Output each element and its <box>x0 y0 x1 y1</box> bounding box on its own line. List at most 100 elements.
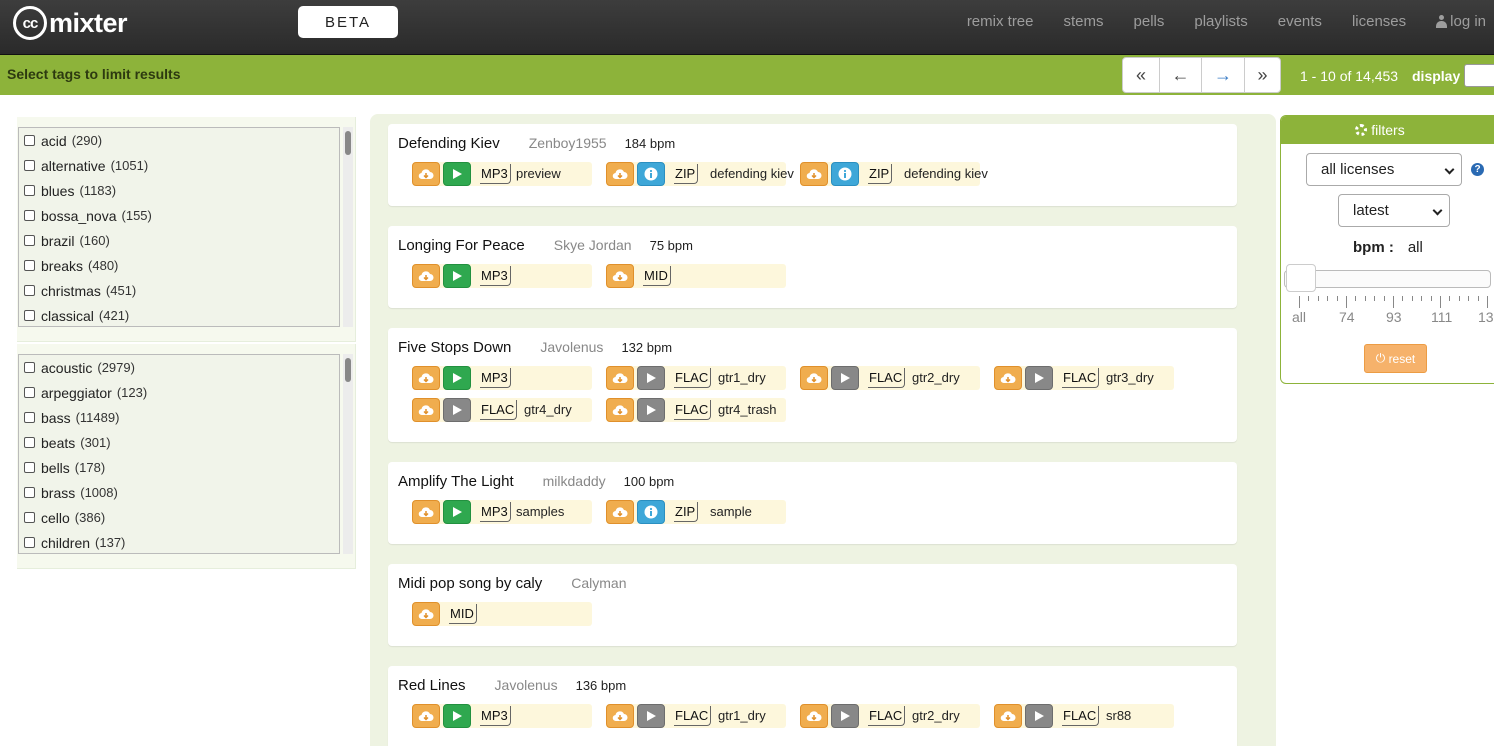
download-button[interactable] <box>606 366 634 390</box>
tag-row[interactable]: cello (386) <box>19 505 339 530</box>
tag-row[interactable]: acoustic (2979) <box>19 355 339 380</box>
track-artist[interactable]: milkdaddy <box>543 473 606 489</box>
last-page-button[interactable]: » <box>1245 58 1280 92</box>
nav-licenses[interactable]: licenses <box>1352 13 1406 30</box>
track-artist[interactable]: Calyman <box>571 575 626 591</box>
play-button[interactable] <box>443 366 471 390</box>
display-count-select[interactable] <box>1464 64 1494 87</box>
tag-checkbox[interactable] <box>24 285 35 296</box>
info-button[interactable] <box>637 500 665 524</box>
track-title[interactable]: Longing For Peace <box>398 237 525 254</box>
nav-events[interactable]: events <box>1278 13 1322 30</box>
reset-button[interactable]: ⏻ reset <box>1364 344 1427 373</box>
tag-checkbox[interactable] <box>24 135 35 146</box>
tag-checkbox[interactable] <box>24 310 35 321</box>
play-button[interactable] <box>443 162 471 186</box>
download-button[interactable] <box>412 500 440 524</box>
play-button[interactable] <box>637 704 665 728</box>
track-artist[interactable]: Javolenus <box>495 677 558 693</box>
download-button[interactable] <box>606 398 634 422</box>
track-title[interactable]: Red Lines <box>398 677 466 694</box>
tag-panel-genre-scrollbar[interactable] <box>343 127 353 327</box>
sort-select[interactable]: latest <box>1338 194 1450 227</box>
track-title[interactable]: Midi pop song by caly <box>398 575 542 592</box>
track-artist[interactable]: Javolenus <box>540 339 603 355</box>
track-title[interactable]: Defending Kiev <box>398 135 500 152</box>
tag-checkbox[interactable] <box>24 437 35 448</box>
bpm-slider-handle[interactable] <box>1286 264 1316 292</box>
tag-checkbox[interactable] <box>24 487 35 498</box>
tag-checkbox[interactable] <box>24 235 35 246</box>
play-button[interactable] <box>831 704 859 728</box>
tag-checkbox[interactable] <box>24 160 35 171</box>
play-button[interactable] <box>443 704 471 728</box>
track-artist[interactable]: Zenboy1955 <box>529 135 607 151</box>
track-artist[interactable]: Skye Jordan <box>554 237 632 253</box>
tag-row[interactable]: acid (290) <box>19 128 339 153</box>
tag-row[interactable]: brass (1008) <box>19 480 339 505</box>
play-button[interactable] <box>443 398 471 422</box>
nav-playlists[interactable]: playlists <box>1194 13 1247 30</box>
tag-row[interactable]: alternative (1051) <box>19 153 339 178</box>
tag-checkbox[interactable] <box>24 387 35 398</box>
track-title[interactable]: Amplify The Light <box>398 473 514 490</box>
download-button[interactable] <box>412 704 440 728</box>
tag-panel-instrument-scrollbar[interactable] <box>343 354 353 554</box>
tag-row[interactable]: arpeggiator (123) <box>19 380 339 405</box>
tag-checkbox[interactable] <box>24 462 35 473</box>
download-button[interactable] <box>994 366 1022 390</box>
tag-row[interactable]: blues (1183) <box>19 178 339 203</box>
help-icon[interactable]: ? <box>1471 163 1484 176</box>
play-button[interactable] <box>637 398 665 422</box>
download-button[interactable] <box>606 704 634 728</box>
download-button[interactable] <box>412 162 440 186</box>
download-button[interactable] <box>412 264 440 288</box>
login-link[interactable]: log in <box>1436 13 1486 30</box>
play-button[interactable] <box>831 366 859 390</box>
download-button[interactable] <box>800 162 828 186</box>
nav-stems[interactable]: stems <box>1064 13 1104 30</box>
tag-checkbox[interactable] <box>24 210 35 221</box>
nav-pells[interactable]: pells <box>1134 13 1165 30</box>
tag-row[interactable]: bossa_nova (155) <box>19 203 339 228</box>
tag-checkbox[interactable] <box>24 512 35 523</box>
play-button[interactable] <box>637 366 665 390</box>
tag-checkbox[interactable] <box>24 260 35 271</box>
download-button[interactable] <box>800 366 828 390</box>
tag-checkbox[interactable] <box>24 362 35 373</box>
tag-row[interactable]: bells (178) <box>19 455 339 480</box>
tag-row[interactable]: christmas (451) <box>19 278 339 303</box>
tag-checkbox[interactable] <box>24 185 35 196</box>
download-button[interactable] <box>412 398 440 422</box>
download-button[interactable] <box>412 602 440 626</box>
download-button[interactable] <box>606 500 634 524</box>
ccmixter-logo[interactable]: cc mixter <box>13 4 128 42</box>
download-button[interactable] <box>606 162 634 186</box>
tag-checkbox[interactable] <box>24 537 35 548</box>
tag-checkbox[interactable] <box>24 412 35 423</box>
info-button[interactable] <box>831 162 859 186</box>
tag-row[interactable]: breaks (480) <box>19 253 339 278</box>
download-button[interactable] <box>606 264 634 288</box>
license-select[interactable]: all licenses <box>1306 153 1462 186</box>
track-title[interactable]: Five Stops Down <box>398 339 511 356</box>
prev-page-button[interactable]: ← <box>1160 58 1202 92</box>
play-button[interactable] <box>443 500 471 524</box>
info-button[interactable] <box>637 162 665 186</box>
scroll-thumb[interactable] <box>345 358 351 382</box>
tag-row[interactable]: children (137) <box>19 530 339 553</box>
download-button[interactable] <box>412 366 440 390</box>
nav-remix-tree[interactable]: remix tree <box>967 13 1034 30</box>
tag-row[interactable]: brazil (160) <box>19 228 339 253</box>
scroll-thumb[interactable] <box>345 131 351 155</box>
play-button[interactable] <box>1025 366 1053 390</box>
download-button[interactable] <box>994 704 1022 728</box>
download-button[interactable] <box>800 704 828 728</box>
beta-button[interactable]: BETA <box>298 6 398 38</box>
tag-row[interactable]: bass (11489) <box>19 405 339 430</box>
tag-row[interactable]: beats (301) <box>19 430 339 455</box>
first-page-button[interactable]: « <box>1123 58 1160 92</box>
play-button[interactable] <box>1025 704 1053 728</box>
next-page-button[interactable]: → <box>1202 58 1245 92</box>
tag-row[interactable]: classical (421) <box>19 303 339 326</box>
